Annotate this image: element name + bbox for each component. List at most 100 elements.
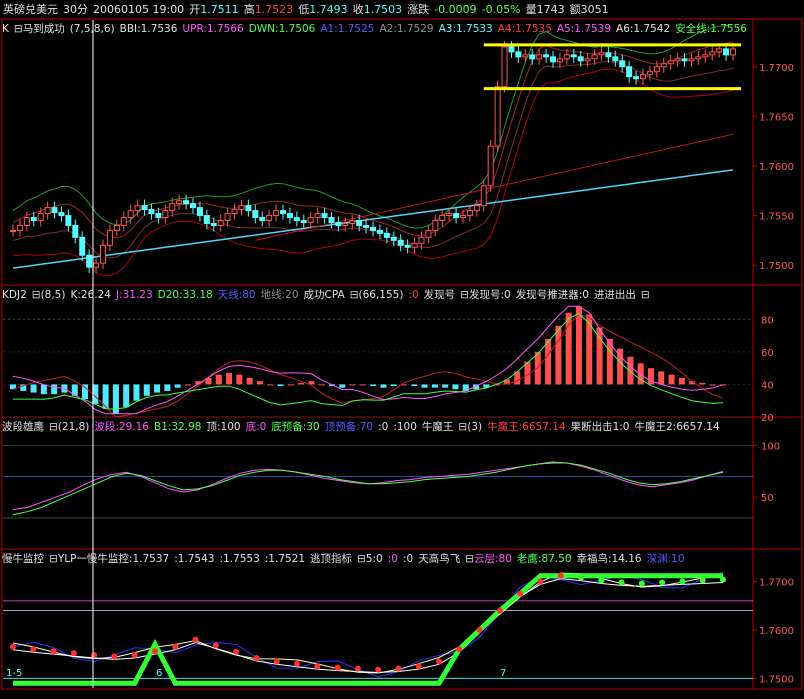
y-tick-label: 1.7600 <box>759 626 794 637</box>
tuijin-value: 发现号推进器:0 <box>515 289 589 301</box>
taoding-zero2: :0 <box>402 553 414 565</box>
ding-value: 顶:100 <box>206 421 241 433</box>
collapse-icon[interactable]: ⊟ <box>49 553 58 565</box>
collapse-icon[interactable]: ⊟ <box>32 289 41 301</box>
period[interactable]: 30分 <box>63 3 88 16</box>
candle-body <box>667 60 674 65</box>
candle-body <box>723 48 730 56</box>
candle-body <box>370 226 376 231</box>
cpa-name[interactable]: 成功CPA <box>304 289 345 301</box>
kdj-bar <box>359 384 366 386</box>
candle-body <box>529 54 536 60</box>
boduan-panel: 50 100 <box>3 441 780 519</box>
kdj-bar <box>277 384 284 387</box>
a3-value: A3:1.7533 <box>438 23 493 35</box>
candle-body <box>563 54 570 60</box>
signal-dot <box>314 663 321 670</box>
panel2-header: KDJ2 ⊟(8,5) K:26.24 J:31.23 D20:33.18 天线:80 地线… <box>2 287 650 304</box>
kdj-name[interactable]: KDJ2 <box>2 289 27 301</box>
candle-body <box>383 232 390 238</box>
candle-body <box>134 205 141 212</box>
kdj-bar <box>658 371 665 385</box>
kdj-bar <box>318 384 325 386</box>
boduan-name[interactable]: 波段雄鹰 <box>2 421 44 433</box>
b1-value: B1:32.98 <box>154 421 202 433</box>
kdj-bar <box>123 384 130 408</box>
candle-body <box>508 46 515 53</box>
collapse-icon[interactable]: ⊟ <box>357 553 366 565</box>
signal-dot <box>172 643 179 650</box>
symbol-name: 英磅兑美元 <box>3 3 58 16</box>
change-value: -0.0009 <box>434 3 477 16</box>
collapse-icon[interactable]: ⊟ <box>350 289 359 301</box>
date-label: 6 <box>156 668 162 679</box>
candle-body <box>37 213 44 222</box>
kdj-bar <box>545 338 552 385</box>
y-tick-label: 1.7500 <box>759 674 794 685</box>
y-tick-label: 1.7700 <box>759 578 794 589</box>
yunceng-value: 云层:80 <box>474 553 512 565</box>
signal-dot <box>456 646 463 653</box>
niumowang-value: 牛魔王:6657.14 <box>487 421 566 433</box>
signal-dot <box>70 650 77 657</box>
candle-body <box>390 236 397 241</box>
y-tick-label: 80 <box>761 315 774 326</box>
safe-line-value: 安全线:1.7556 <box>675 23 747 35</box>
candle-body <box>51 207 58 214</box>
signal-dot <box>111 653 118 660</box>
k-value: K:26.24 <box>70 289 111 301</box>
candle-body <box>439 215 446 222</box>
faxian-name[interactable]: 发现号 <box>424 289 456 301</box>
boduan-value: 波段:29.16 <box>94 421 149 433</box>
niumowang-name[interactable]: 牛魔王 <box>422 421 454 433</box>
candle-body <box>640 74 646 80</box>
collapse-icon[interactable]: ⊟ <box>460 289 469 301</box>
band-line-2 <box>12 41 734 239</box>
candle-body <box>23 217 30 226</box>
panel1-header: K ⊟马到成功 (7,5,8,6) BBI:1.7536 UPR:1.7566 DWN:1… <box>2 21 752 38</box>
candle-body <box>432 220 439 231</box>
y-tick-label: 1.7600 <box>759 162 794 173</box>
candle-body <box>314 213 321 219</box>
tiangao-name[interactable]: 天高鸟飞 <box>418 553 460 565</box>
amount: 额3051 <box>569 3 609 16</box>
blue-line <box>12 571 724 678</box>
candle-body <box>335 222 342 226</box>
candle-body <box>626 66 633 78</box>
collapse-icon[interactable]: ⊟ <box>458 421 467 433</box>
kdj-bar <box>586 314 593 385</box>
tianxian-value: 天线:80 <box>217 289 256 301</box>
candle-body <box>155 213 162 219</box>
y-tick-label: 1.7500 <box>759 261 794 272</box>
candle-body <box>120 217 127 226</box>
j-value: J:31.23 <box>115 289 153 301</box>
collapse-icon[interactable]: ⊟ <box>49 421 58 433</box>
candle-body <box>605 52 612 58</box>
manniu-name[interactable]: 慢牛监控 <box>2 553 44 565</box>
collapse-icon[interactable]: ⊟ <box>14 23 23 35</box>
kdj-bar <box>51 384 58 395</box>
signal-dot <box>212 642 219 649</box>
header-bar: 英磅兑美元 30分 20060105 19:00 开1.7511 高1.7523 低1.7… <box>3 1 614 18</box>
collapse-icon[interactable]: ⊟ <box>465 553 474 565</box>
cpa-params: (66,155) <box>358 289 404 301</box>
candle-body <box>293 217 300 222</box>
signal-dot <box>354 665 361 672</box>
candle-body <box>280 210 286 215</box>
kdj-bar <box>575 306 582 385</box>
collapse-icon[interactable]: ⊟ <box>641 289 650 301</box>
candle-body <box>356 220 363 226</box>
candle-body <box>653 66 660 73</box>
high-value: 1.7523 <box>254 3 294 16</box>
candle-body <box>363 224 370 228</box>
candle-body <box>79 236 86 256</box>
kdj-bar <box>555 325 562 385</box>
signal-dot <box>476 626 483 633</box>
kdj-bar <box>174 384 181 388</box>
indicator-name[interactable]: 马到成功 <box>23 23 65 35</box>
candle-body <box>584 58 591 62</box>
green-thick-line <box>13 573 723 686</box>
niumowang-params: (3) <box>467 421 483 433</box>
candle-body <box>245 205 252 212</box>
taoding-name[interactable]: 逃顶指标 <box>310 553 352 565</box>
